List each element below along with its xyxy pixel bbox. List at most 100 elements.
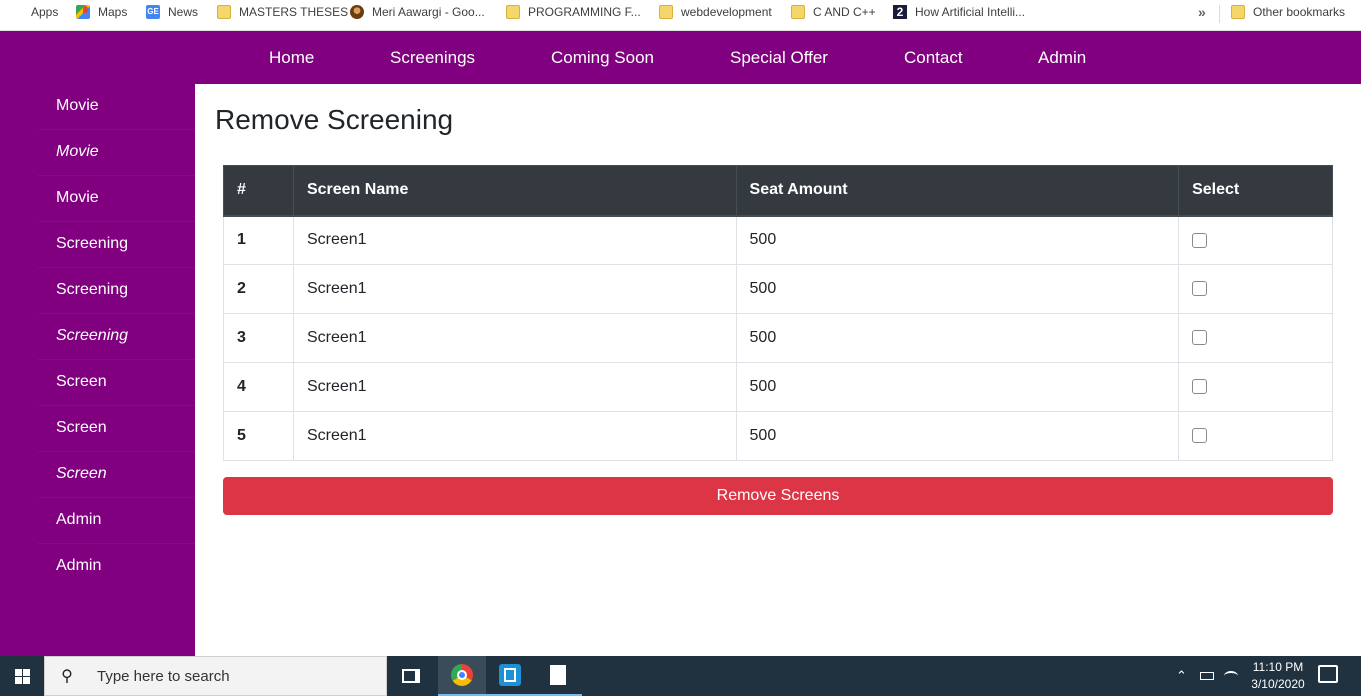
select-cell <box>1178 215 1333 265</box>
bookmark-masters-theses[interactable]: MASTERS THESES <box>217 0 348 24</box>
bookmark-label: News <box>168 5 199 19</box>
app-taskbar-button[interactable] <box>486 656 534 696</box>
sidebar-item-label: Screen <box>56 465 107 482</box>
nav-screenings[interactable]: Screenings <box>390 48 475 68</box>
search-placeholder: Type here to search <box>97 667 230 685</box>
folder-icon <box>217 5 231 19</box>
seat-amount-cell: 500 <box>735 215 1180 265</box>
battery-icon[interactable] <box>1200 656 1214 696</box>
bookmark-webdevelopment[interactable]: webdevelopment <box>659 0 772 24</box>
taskbar-search-box[interactable]: ⚲ Type here to search <box>44 656 387 696</box>
sidebar-item-admin[interactable]: Admin <box>38 498 195 544</box>
table-row: 4 Screen1 500 <box>223 362 1333 412</box>
sidebar: Movie Movie Movie Screening Screening Sc… <box>0 84 195 656</box>
bookmark-c-and-cpp[interactable]: C AND C++ <box>791 0 876 24</box>
apps-grid-icon <box>9 5 23 19</box>
screens-table: # Screen Name Seat Amount Select 1 Scree… <box>223 165 1333 461</box>
bookmark-programming[interactable]: PROGRAMMING F... <box>506 0 641 24</box>
task-view-button[interactable] <box>387 656 435 696</box>
nav-admin[interactable]: Admin <box>1038 48 1086 68</box>
sidebar-item-screen[interactable]: Screen <box>38 452 195 498</box>
folder-icon <box>1231 5 1245 19</box>
wifi-icon[interactable] <box>1224 656 1238 696</box>
select-checkbox[interactable] <box>1192 379 1208 395</box>
table-header-row: # Screen Name Seat Amount Select <box>223 165 1333 217</box>
seat-amount-cell: 500 <box>735 411 1180 461</box>
bookmarks-overflow-button[interactable]: » <box>1198 4 1206 20</box>
nav-contact[interactable]: Contact <box>904 48 963 68</box>
nav-coming-soon[interactable]: Coming Soon <box>551 48 654 68</box>
start-button[interactable] <box>0 656 44 696</box>
sidebar-item-screening[interactable]: Screening <box>38 268 195 314</box>
row-number: 5 <box>223 411 294 461</box>
row-number: 1 <box>223 215 294 265</box>
clock-time: 11:10 PM <box>1252 660 1304 674</box>
screen-name-cell: Screen1 <box>292 411 737 461</box>
select-cell <box>1178 264 1333 314</box>
file-taskbar-button[interactable] <box>534 656 582 696</box>
sidebar-item-movie[interactable]: Movie <box>38 84 195 130</box>
select-checkbox[interactable] <box>1192 330 1208 346</box>
bookmark-how-ai[interactable]: 2 How Artificial Intelli... <box>893 0 1025 24</box>
select-cell <box>1178 362 1333 412</box>
select-checkbox[interactable] <box>1192 232 1208 248</box>
sidebar-item-screening[interactable]: Screening <box>38 222 195 268</box>
sidebar-item-label: Screen <box>56 419 107 436</box>
row-number: 2 <box>223 264 294 314</box>
remove-screens-button[interactable]: Remove Screens <box>223 477 1333 515</box>
select-checkbox[interactable] <box>1192 428 1208 444</box>
select-checkbox[interactable] <box>1192 281 1208 297</box>
file-icon <box>550 665 566 685</box>
search-icon: ⚲ <box>61 668 73 685</box>
sidebar-item-label: Screening <box>56 281 129 298</box>
sidebar-item-screen[interactable]: Screen <box>38 406 195 452</box>
bookmark-label: PROGRAMMING F... <box>528 5 641 19</box>
select-cell <box>1178 411 1333 461</box>
bookmark-label: Other bookmarks <box>1253 5 1346 19</box>
sidebar-item-label: Screening <box>56 235 129 252</box>
column-header-number: # <box>223 165 294 217</box>
sidebar-item-label: Screen <box>56 373 107 390</box>
clock-date: 3/10/2020 <box>1251 677 1305 691</box>
nav-home[interactable]: Home <box>269 48 314 68</box>
bookmark-news[interactable]: GE News <box>146 0 198 24</box>
bookmark-meri-aawargi[interactable]: Meri Aawargi - Goo... <box>350 0 485 24</box>
table-row: 3 Screen1 500 <box>223 313 1333 363</box>
sidebar-item-label: Movie <box>56 143 99 160</box>
task-view-icon <box>402 669 420 683</box>
sidebar-item-admin[interactable]: Admin <box>38 544 195 590</box>
tray-chevron-icon[interactable]: ⌃ <box>1176 656 1187 696</box>
bookmarks-bar: Apps Maps GE News MASTERS THESES Meri Aa… <box>0 0 1361 31</box>
bookmark-other[interactable]: Other bookmarks <box>1231 0 1345 24</box>
screen-name-cell: Screen1 <box>292 215 737 265</box>
sidebar-item-screen[interactable]: Screen <box>38 360 195 406</box>
sidebar-item-label: Movie <box>56 97 99 114</box>
app-icon <box>499 664 521 686</box>
column-header-seat-amount: Seat Amount <box>735 165 1180 217</box>
system-clock[interactable]: 11:10 PM 3/10/2020 <box>1240 659 1316 693</box>
seat-amount-cell: 500 <box>735 362 1180 412</box>
table-row: 5 Screen1 500 <box>223 411 1333 461</box>
chrome-taskbar-button[interactable] <box>438 656 486 696</box>
bookmarks-divider <box>1219 5 1220 23</box>
sidebar-item-label: Admin <box>56 557 102 574</box>
seat-amount-cell: 500 <box>735 264 1180 314</box>
sidebar-item-screening[interactable]: Screening <box>38 314 195 360</box>
sidebar-item-label: Screening <box>56 327 129 344</box>
notification-icon[interactable] <box>1318 665 1338 683</box>
sidebar-item-movie[interactable]: Movie <box>38 176 195 222</box>
sidebar-item-label: Admin <box>56 511 102 528</box>
bookmark-label: webdevelopment <box>681 5 772 19</box>
windows-logo-icon <box>14 668 30 684</box>
site-favicon-icon: 2 <box>893 5 907 19</box>
news-icon: GE <box>146 5 160 19</box>
bookmark-apps[interactable]: Apps <box>9 0 58 24</box>
sidebar-item-movie[interactable]: Movie <box>38 130 195 176</box>
row-number: 4 <box>223 362 294 412</box>
nav-special-offer[interactable]: Special Offer <box>730 48 828 68</box>
bookmark-label: How Artificial Intelli... <box>915 5 1026 19</box>
bookmark-maps[interactable]: Maps <box>76 0 127 24</box>
bookmark-label: Meri Aawargi - Goo... <box>372 5 485 19</box>
bookmark-label: MASTERS THESES <box>239 5 349 19</box>
folder-icon <box>506 5 520 19</box>
